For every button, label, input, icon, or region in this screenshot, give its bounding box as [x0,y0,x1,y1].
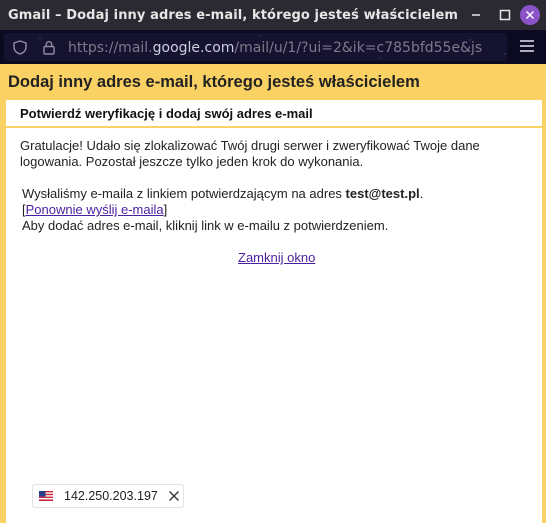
close-window-button[interactable] [520,5,540,25]
shield-icon[interactable] [13,40,27,55]
maximize-button[interactable] [495,5,515,25]
sent-text: Wysłaliśmy e-maila z linkiem potwierdzaj… [22,186,346,201]
lock-icon[interactable] [42,40,56,55]
minimize-button[interactable] [466,5,486,25]
close-icon [525,10,535,20]
minimize-icon [472,14,480,16]
maximize-icon [499,9,511,21]
hamburger-menu-icon[interactable] [519,39,535,53]
url-domain: google.com [152,40,235,56]
instruction-text: Aby dodać adres e-mail, kliknij link w e… [22,218,389,233]
ip-address-chip[interactable]: 142.250.203.197 [32,484,184,508]
url-prefix: https://mail. [68,40,153,56]
popup-window: Dodaj inny adres e-mail, którego jesteś … [0,64,546,523]
url-field[interactable]: https://mail.google.com/mail/u/1/?ui=2&i… [4,33,507,61]
url-suffix: /mail/u/1/?ui=2&ik=c785bfd55e&jsver=1 [234,40,482,56]
address-bar-area: https://mail.google.com/mail/u/1/?ui=2&i… [0,30,546,64]
ip-address-text: 142.250.203.197 [64,489,158,503]
window-title: Gmail – Dodaj inny adres e-mail, którego… [8,8,460,23]
section-heading: Potwierdź weryfikację i dodaj swój adres… [6,100,542,128]
sent-end: . [419,186,424,201]
congrats-paragraph: Gratulacje! Udało się zlokalizować Twój … [20,138,480,169]
resend-email-link[interactable]: Ponownie wyślij e-maila [26,202,164,217]
email-address: test@test.pl [345,186,420,201]
window-titlebar: Gmail – Dodaj inny adres e-mail, którego… [0,0,546,30]
us-flag-icon [39,491,53,501]
bracket-close: ] [163,202,168,217]
popup-title: Dodaj inny adres e-mail, którego jesteś … [8,73,420,91]
close-window-link[interactable]: Zamknij okno [238,250,315,265]
confirmation-paragraph: Wysłaliśmy e-maila z linkiem potwierdzaj… [22,186,527,234]
url-text[interactable]: https://mail.google.com/mail/u/1/?ui=2&i… [68,40,482,56]
close-icon[interactable] [168,490,180,502]
section-heading-text: Potwierdź weryfikację i dodaj swój adres… [20,106,313,121]
popup-content: Potwierdź weryfikację i dodaj swój adres… [6,100,542,523]
